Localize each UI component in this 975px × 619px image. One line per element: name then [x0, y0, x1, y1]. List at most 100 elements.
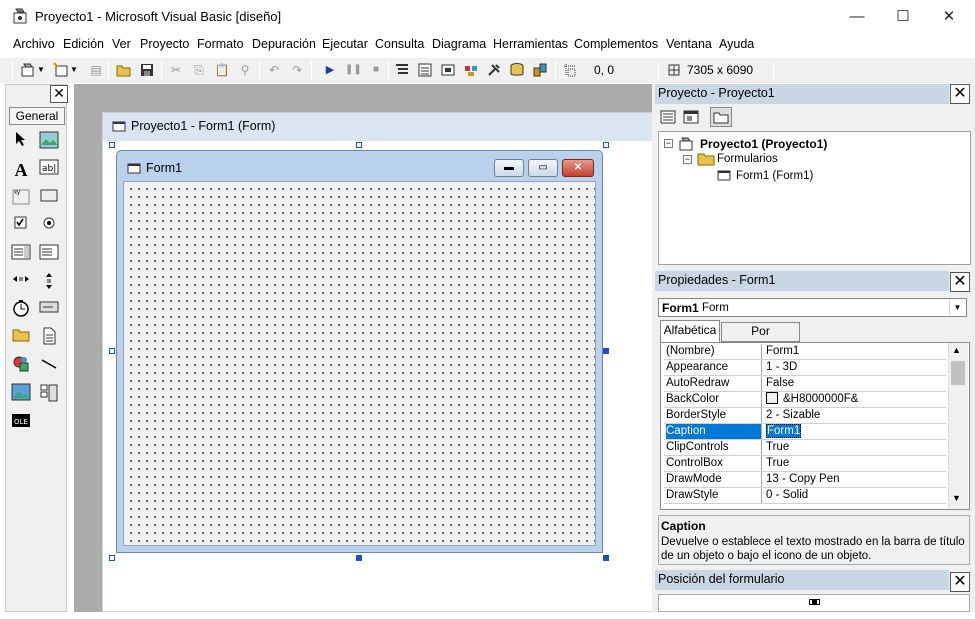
component-manager-icon[interactable] [532, 62, 548, 78]
resize-handle[interactable] [356, 142, 362, 148]
start-icon[interactable]: ▶ [322, 62, 338, 78]
form-layout-close-button[interactable]: ✕ [950, 572, 970, 592]
menu-consulta[interactable]: Consulta [375, 37, 424, 51]
property-value[interactable]: True [766, 456, 946, 471]
add-project-icon[interactable] [20, 62, 36, 78]
menu-edicion[interactable]: Edición [63, 37, 104, 51]
menu-ver[interactable]: Ver [112, 37, 131, 51]
shape-icon[interactable] [10, 355, 32, 377]
checkbox-icon[interactable] [10, 215, 32, 237]
form-designer-titlebar[interactable]: Proyecto1 - Form1 (Form) [103, 113, 663, 141]
filelistbox-icon[interactable] [38, 327, 60, 349]
scroll-down-icon[interactable]: ▼ [952, 493, 961, 503]
hscrollbar-icon[interactable] [10, 271, 32, 293]
property-row[interactable]: DrawMode 13 - Copy Pen [664, 472, 946, 488]
optionbutton-icon[interactable] [38, 215, 60, 237]
open-icon[interactable] [116, 62, 132, 78]
cut-icon[interactable]: ✂ [168, 62, 184, 78]
property-value[interactable]: False [766, 376, 946, 391]
menu-herramientas[interactable]: Herramientas [493, 37, 568, 51]
listbox-icon[interactable] [38, 243, 60, 265]
resize-handle[interactable] [356, 555, 362, 561]
tree-project-root[interactable]: Proyecto1 (Proyecto1) [700, 137, 827, 151]
frame-icon[interactable]: xy [10, 187, 32, 209]
property-value[interactable]: 2 - Sizable [766, 408, 946, 423]
property-row[interactable]: ControlBox True [664, 456, 946, 472]
property-value[interactable]: 13 - Copy Pen [766, 472, 946, 487]
label-icon[interactable]: A [10, 159, 32, 181]
menu-complementos[interactable]: Complementos [574, 37, 658, 51]
resize-handle[interactable] [603, 348, 609, 354]
view-object-icon[interactable] [683, 109, 699, 128]
chevron-down-icon[interactable]: ▼ [70, 62, 78, 78]
minimize-button[interactable]: — [834, 0, 880, 33]
vscrollbar-icon[interactable] [38, 271, 60, 293]
textbox-icon[interactable]: ab| [38, 159, 60, 181]
property-scrollbar[interactable]: ▲ ▼ [948, 343, 968, 509]
property-row-selected[interactable]: Caption Form1 [664, 424, 946, 440]
collapse-icon[interactable]: − [683, 155, 692, 164]
property-row[interactable]: BackColor &H8000000F& [664, 392, 946, 408]
resize-handle[interactable] [109, 555, 115, 561]
menu-ayuda[interactable]: Ayuda [719, 37, 754, 51]
tree-item-form1[interactable]: Form1 (Form1) [736, 170, 813, 182]
object-selector[interactable]: Form1 Form ▼ [658, 298, 967, 317]
resize-handle[interactable] [603, 555, 609, 561]
menu-ventana[interactable]: Ventana [666, 37, 712, 51]
line-icon[interactable] [38, 355, 60, 377]
property-value[interactable]: 0 - Solid [766, 488, 946, 503]
form-layout-icon[interactable] [440, 62, 456, 78]
properties-window-icon[interactable] [417, 62, 433, 78]
find-icon[interactable]: ⚲ [237, 62, 253, 78]
properties-close-button[interactable]: ✕ [950, 272, 970, 292]
toggle-folders-button[interactable] [710, 107, 732, 127]
close-button[interactable]: ✕ [926, 0, 972, 33]
maximize-button[interactable]: ☐ [880, 0, 926, 33]
menu-editor-icon[interactable]: ▤ [88, 62, 104, 78]
save-icon[interactable] [139, 62, 155, 78]
form1-grid-canvas[interactable] [123, 181, 596, 546]
project-explorer-icon[interactable] [394, 62, 410, 78]
property-value[interactable]: 1 - 3D [766, 360, 946, 375]
object-browser-icon[interactable] [463, 62, 479, 78]
stop-icon[interactable]: ■ [368, 62, 384, 78]
collapse-icon[interactable]: − [664, 139, 673, 148]
property-value[interactable]: True [766, 440, 946, 455]
picturebox-icon[interactable] [38, 131, 60, 153]
scroll-thumb[interactable] [951, 361, 965, 385]
data-control-icon[interactable] [38, 383, 60, 405]
app-icon[interactable] [13, 7, 29, 25]
property-value[interactable]: Form1 [766, 344, 946, 359]
property-value[interactable]: &H8000000F& [766, 392, 946, 407]
property-row[interactable]: AutoRedraw False [664, 376, 946, 392]
caption-value-selected[interactable]: Form1 [766, 424, 802, 438]
form1-window[interactable]: Form1 ▬ ▭ ✕ [116, 150, 603, 553]
toolbar-grip[interactable] [12, 61, 13, 80]
toolbox-icon[interactable] [486, 62, 502, 78]
property-value[interactable]: Form1 [766, 424, 946, 439]
property-row[interactable]: BorderStyle 2 - Sizable [664, 408, 946, 424]
paste-icon[interactable]: 📋 [214, 62, 230, 78]
chevron-down-icon[interactable]: ▼ [949, 300, 965, 315]
redo-icon[interactable]: ↷ [289, 62, 305, 78]
scroll-up-icon[interactable]: ▲ [952, 345, 961, 355]
resize-handle[interactable] [603, 142, 609, 148]
undo-icon[interactable]: ↶ [266, 62, 282, 78]
image-icon[interactable] [10, 383, 32, 405]
project-explorer-close-button[interactable]: ✕ [950, 84, 970, 104]
menu-depuracion[interactable]: Depuración [252, 37, 316, 51]
drivelistbox-icon[interactable] [38, 299, 60, 321]
pointer-icon[interactable] [10, 131, 32, 153]
dirlistbox-icon[interactable] [10, 327, 32, 349]
copy-icon[interactable]: ⎘ [191, 62, 207, 78]
commandbutton-icon[interactable] [38, 187, 60, 209]
chevron-down-icon[interactable]: ▼ [37, 62, 45, 78]
menu-formato[interactable]: Formato [197, 37, 244, 51]
menu-diagrama[interactable]: Diagrama [432, 37, 486, 51]
add-form-icon[interactable] [53, 62, 69, 78]
menu-ejecutar[interactable]: Ejecutar [322, 37, 368, 51]
combobox-icon[interactable] [10, 243, 32, 265]
menu-archivo[interactable]: Archivo [13, 37, 55, 51]
data-view-icon[interactable] [509, 62, 525, 78]
ole-icon[interactable]: OLE [10, 411, 32, 433]
